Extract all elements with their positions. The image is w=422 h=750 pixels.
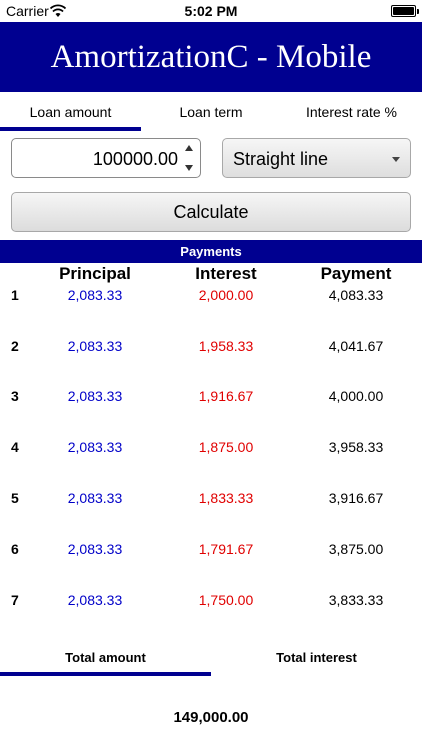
payment-cell: 4,041.67: [328, 338, 384, 354]
table-row: 7 2,083.33 1,750.00 3,833.33: [0, 592, 422, 612]
table-row: 5 2,083.33 1,833.33 3,916.67: [0, 490, 422, 510]
payment-cell: 3,916.67: [328, 490, 384, 506]
active-total-indicator: [0, 672, 211, 676]
interest-cell: 1,875.00: [198, 439, 254, 455]
calculate-button[interactable]: Calculate: [11, 192, 411, 232]
principal-cell: 2,083.33: [67, 287, 123, 303]
table-row: 4 2,083.33 1,875.00 3,958.33: [0, 439, 422, 459]
stepper-up-icon[interactable]: [185, 145, 193, 151]
payment-cell: 3,875.00: [328, 541, 384, 557]
row-number: 4: [11, 439, 19, 455]
row-number: 3: [11, 388, 19, 404]
principal-cell: 2,083.33: [67, 388, 123, 404]
row-number: 5: [11, 490, 19, 506]
interest-cell: 1,791.67: [198, 541, 254, 557]
payment-cell: 3,833.33: [328, 592, 384, 608]
row-number: 6: [11, 541, 19, 557]
table-row: 6 2,083.33 1,791.67 3,875.00: [0, 541, 422, 561]
column-header-principal: Principal: [59, 264, 131, 283]
interest-cell: 1,958.33: [198, 338, 254, 354]
interest-cell: 2,000.00: [198, 287, 254, 303]
input-tabs: Loan amount Loan term Interest rate %: [0, 92, 422, 132]
tab-total-amount[interactable]: Total amount: [0, 650, 211, 670]
principal-cell: 2,083.33: [67, 439, 123, 455]
principal-cell: 2,083.33: [67, 338, 123, 354]
row-number: 1: [11, 287, 19, 303]
principal-cell: 2,083.33: [67, 541, 123, 557]
column-header-payment: Payment: [320, 264, 392, 283]
interest-cell: 1,833.33: [198, 490, 254, 506]
payment-cell: 4,000.00: [328, 388, 384, 404]
battery-icon: [391, 5, 419, 17]
table-row: 2 2,083.33 1,958.33 4,041.67: [0, 338, 422, 358]
stepper-arrows[interactable]: [185, 145, 195, 173]
row-number: 2: [11, 338, 19, 354]
column-header-interest: Interest: [195, 264, 257, 283]
principal-cell: 2,083.33: [67, 490, 123, 506]
principal-cell: 2,083.33: [67, 592, 123, 608]
tab-interest-rate[interactable]: Interest rate %: [281, 92, 422, 132]
payments-header: Payments: [0, 240, 422, 263]
chevron-down-icon: [392, 157, 400, 162]
loan-amount-value[interactable]: 100000.00: [93, 139, 178, 179]
stepper-down-icon[interactable]: [185, 165, 193, 171]
tab-total-interest[interactable]: Total interest: [211, 650, 422, 670]
row-number: 7: [11, 592, 19, 608]
app-title: AmortizationC - Mobile: [50, 39, 372, 75]
total-value: 149,000.00: [173, 709, 249, 726]
interest-cell: 1,750.00: [198, 592, 254, 608]
table-row: 3 2,083.33 1,916.67 4,000.00: [0, 388, 422, 408]
status-bar: Carrier 5:02 PM: [0, 0, 422, 22]
tab-loan-term[interactable]: Loan term: [141, 92, 281, 132]
clock: 5:02 PM: [184, 3, 238, 19]
table-row: 1 2,083.33 2,000.00 4,083.33: [0, 287, 422, 307]
loan-amount-stepper[interactable]: 100000.00: [11, 138, 201, 178]
active-tab-indicator: [0, 127, 141, 131]
method-select-value: Straight line: [233, 149, 329, 169]
payment-cell: 3,958.33: [328, 439, 384, 455]
payment-cell: 4,083.33: [328, 287, 384, 303]
tab-loan-amount[interactable]: Loan amount: [0, 92, 141, 132]
app-header: AmortizationC - Mobile: [0, 22, 422, 92]
method-select[interactable]: Straight line: [222, 138, 411, 178]
interest-cell: 1,916.67: [198, 388, 254, 404]
